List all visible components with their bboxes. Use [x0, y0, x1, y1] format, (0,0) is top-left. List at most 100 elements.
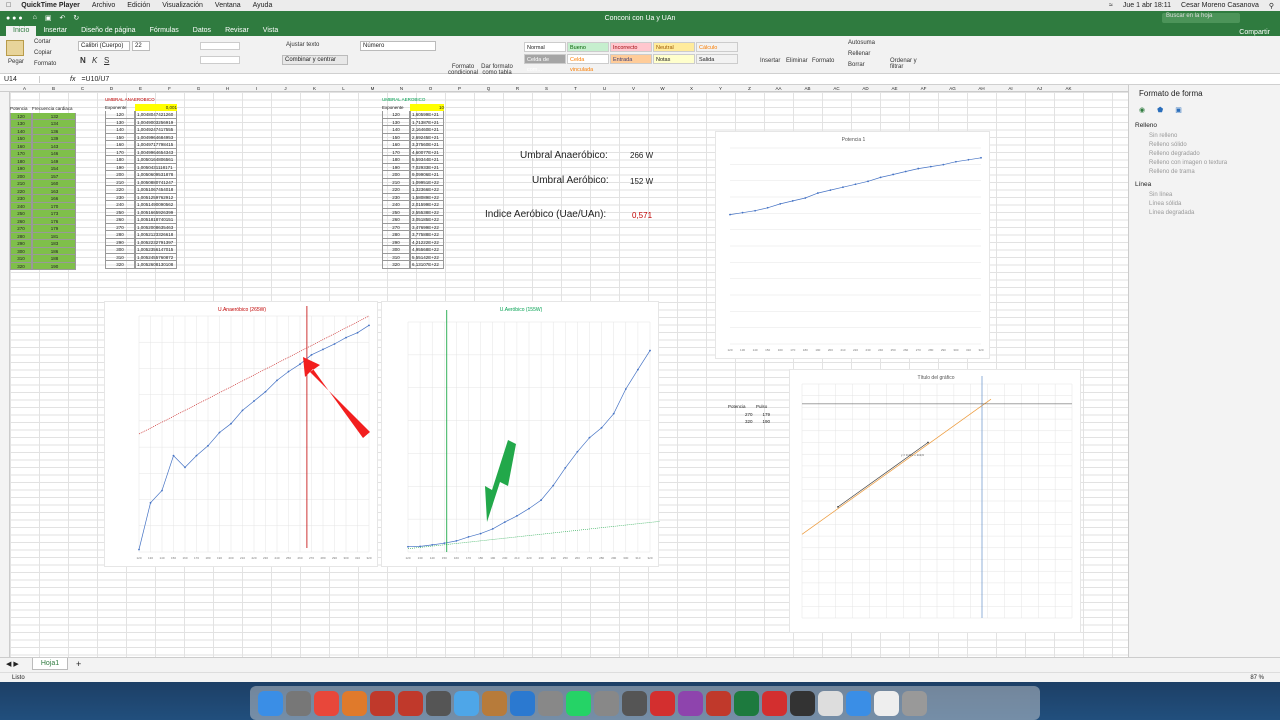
table-cell[interactable]: 5,59344E+21	[410, 156, 444, 164]
table-cell[interactable]: 150	[105, 133, 135, 141]
fill-option[interactable]: Relleno degradado	[1149, 151, 1270, 157]
autosum-button[interactable]: Autosuma	[848, 40, 875, 46]
align-center-buttons[interactable]	[200, 56, 240, 64]
table-cell[interactable]: 200	[10, 172, 32, 180]
table-cell[interactable]: 170	[382, 148, 410, 156]
table-cell[interactable]: 210	[105, 178, 135, 186]
column-header[interactable]: O	[416, 85, 445, 92]
column-header[interactable]: AK	[1054, 85, 1083, 92]
column-header[interactable]: T	[561, 85, 590, 92]
table-cell[interactable]: 2,01599E+22	[410, 201, 444, 209]
table-cell[interactable]: 130	[105, 118, 135, 126]
table-cell[interactable]: 310	[105, 253, 135, 261]
excel-dock-icon[interactable]	[734, 690, 759, 716]
table-cell[interactable]: 2,69245E+21	[410, 133, 444, 141]
table-cell[interactable]: 270	[105, 223, 135, 231]
table-cell[interactable]: 220	[10, 187, 32, 195]
column-header[interactable]: AG	[938, 85, 967, 92]
table-cell[interactable]: 1,0050164806561	[135, 156, 177, 164]
table-cell[interactable]: 146	[32, 150, 76, 158]
table-cell[interactable]: 140	[10, 127, 32, 135]
format-cells-button[interactable]: Formato	[812, 58, 834, 64]
column-header[interactable]: F	[155, 85, 184, 92]
archive-dock-icon[interactable]	[482, 690, 507, 716]
table-cell[interactable]: 270	[10, 225, 32, 233]
table-cell[interactable]: 1,0051490090562	[135, 201, 177, 209]
table-cell[interactable]: 230	[105, 193, 135, 201]
style-normal[interactable]: Normal	[524, 42, 566, 52]
anaerobic-exp-value[interactable]: 0,001	[135, 103, 177, 111]
table-cell[interactable]: 270	[382, 223, 410, 231]
formula-input[interactable]: =U10/U7	[81, 76, 109, 83]
column-header[interactable]: AJ	[1025, 85, 1054, 92]
column-header[interactable]: X	[677, 85, 706, 92]
line-option[interactable]: Línea degradada	[1149, 210, 1270, 216]
chrome-dock-icon[interactable]	[314, 690, 339, 716]
menu-ventana[interactable]: Ventana	[215, 2, 241, 9]
chart-untitled[interactable]: Título del gráfico y = 0,22x + 119,6	[789, 369, 1081, 633]
table-cell[interactable]: 190	[105, 163, 135, 171]
save-icon[interactable]: ▣	[45, 14, 52, 22]
fill-option[interactable]: Relleno sólido	[1149, 142, 1270, 148]
underline-button[interactable]: S	[104, 56, 109, 65]
preview-dock-icon[interactable]	[286, 690, 311, 716]
docs-dock-icon[interactable]	[874, 690, 899, 716]
table-cell[interactable]: 310	[382, 253, 410, 261]
fx-icon[interactable]: fx	[70, 76, 75, 83]
spreadsheet-grid[interactable]: A B C D E F G H I J K L M N O P Q R S T U V W X Y Z AA AB AC AD AE AF AG…	[0, 85, 1128, 657]
table-cell[interactable]: 166	[32, 195, 76, 203]
style-bueno[interactable]: Bueno	[567, 42, 609, 52]
table-cell[interactable]: 180	[10, 157, 32, 165]
column-header[interactable]: W	[648, 85, 677, 92]
table-cell[interactable]: 210	[382, 178, 410, 186]
files-dock-icon[interactable]	[818, 690, 843, 716]
column-header[interactable]: AA	[764, 85, 793, 92]
chart-power[interactable]: Potencia 1 120 130 140 150 160 170 180 190 200 210…	[715, 131, 990, 359]
tab-formulas[interactable]: Fórmulas	[143, 26, 186, 36]
table-cell[interactable]: 1,60599E+21	[410, 111, 444, 119]
table-cell[interactable]: 176	[32, 217, 76, 225]
column-header[interactable]: L	[329, 85, 358, 92]
apple-icon[interactable]: 	[6, 2, 11, 9]
table-cell[interactable]: 180	[105, 156, 135, 164]
size-icon[interactable]: ▣	[1175, 106, 1182, 114]
table-cell[interactable]: 1,0052608130108	[135, 261, 177, 269]
home-icon[interactable]: ⌂	[33, 14, 37, 22]
table-cell[interactable]: 120	[382, 111, 410, 119]
cut-button[interactable]: Cortar	[34, 39, 51, 45]
table-cell[interactable]: 160	[32, 180, 76, 188]
fill-bucket-icon[interactable]: ◉	[1139, 106, 1145, 114]
menu-archivo[interactable]: Archivo	[92, 2, 115, 9]
delete-cells-button[interactable]: Eliminar	[786, 58, 808, 64]
table-cell[interactable]: 300	[10, 247, 32, 255]
table-cell[interactable]: 140	[382, 126, 410, 134]
table-cell[interactable]: 250	[10, 210, 32, 218]
globe-dock-icon[interactable]	[846, 690, 871, 716]
table-cell[interactable]: 154	[32, 165, 76, 173]
table-cell[interactable]: 150	[10, 135, 32, 143]
table-cell[interactable]: 181	[32, 232, 76, 240]
table-cell[interactable]: 1,0050880741247	[135, 178, 177, 186]
column-header[interactable]: B	[39, 85, 68, 92]
table-cell[interactable]: 139	[32, 135, 76, 143]
table-cell[interactable]: 190	[382, 163, 410, 171]
style-calculo[interactable]: Cálculo	[696, 42, 738, 52]
insert-cells-button[interactable]: Insertar	[760, 58, 780, 64]
fill-button[interactable]: Rellenar	[848, 51, 870, 57]
table-cell[interactable]: 4,60077E+21	[410, 148, 444, 156]
maps-dock-icon[interactable]	[454, 690, 479, 716]
table-cell[interactable]: 320	[10, 262, 32, 270]
fill-option[interactable]: Sin relleno	[1149, 133, 1270, 139]
menu-edicion[interactable]: Edición	[127, 2, 150, 9]
table-cell[interactable]: 280	[10, 232, 32, 240]
table-cell[interactable]: 300	[105, 246, 135, 254]
tab-datos[interactable]: Datos	[186, 26, 218, 36]
column-header[interactable]: H	[213, 85, 242, 92]
table-cell[interactable]: 280	[382, 231, 410, 239]
user-name[interactable]: Cesar Moreno Casanova	[1181, 2, 1259, 10]
style-celda-vinculada[interactable]: Celda vinculada	[567, 54, 609, 73]
table-cell[interactable]: 157	[32, 172, 76, 180]
column-header[interactable]: AB	[793, 85, 822, 92]
table-cell[interactable]: 230	[382, 193, 410, 201]
align-top-buttons[interactable]	[200, 42, 240, 50]
